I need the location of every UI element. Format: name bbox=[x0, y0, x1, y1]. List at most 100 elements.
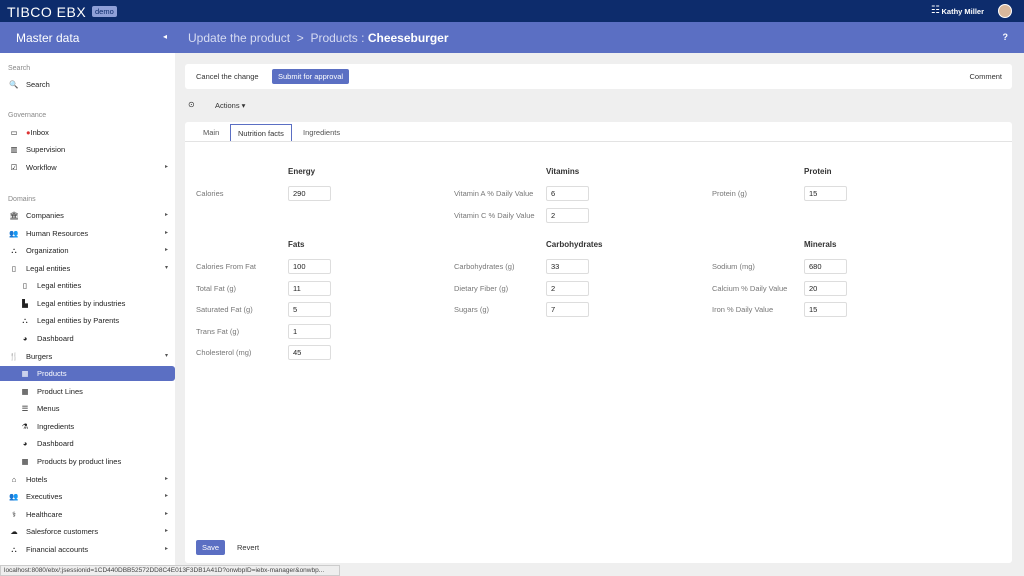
history-icon[interactable]: ⊙ bbox=[188, 100, 195, 109]
sidebar-item-icon: ⛬ bbox=[9, 542, 19, 557]
sidebar-item-label: Products bbox=[37, 369, 67, 378]
field-input[interactable]: 680 bbox=[804, 259, 847, 274]
sidebar-item-products[interactable]: ▦Products bbox=[0, 366, 175, 381]
sidebar: SearchGovernanceDomains🔍Search▭●Inbox▥Su… bbox=[0, 53, 175, 576]
sidebar-item-supervision[interactable]: ▥Supervision bbox=[0, 142, 175, 157]
sidebar-item-legal-entities-by-parents[interactable]: ⛬Legal entities by Parents bbox=[0, 313, 175, 328]
sidebar-item-dashboard[interactable]: ◕Dashboard bbox=[0, 436, 175, 451]
sidebar-item-icon: ☁ bbox=[9, 524, 19, 539]
task-list-icon[interactable]: ☷ bbox=[931, 5, 940, 16]
field-input[interactable]: 6 bbox=[546, 186, 589, 201]
sidebar-item-legal-entities[interactable]: ▯Legal entities bbox=[0, 278, 175, 293]
sidebar-item-financial-accounts[interactable]: ⛬ Financial accounts ▸ bbox=[0, 542, 175, 557]
sidebar-item-icon: 👥 bbox=[9, 226, 19, 241]
field-label: Total Fat (g) bbox=[196, 284, 236, 293]
sidebar-item-burgers[interactable]: 🍴Burgers▾ bbox=[0, 349, 175, 364]
sidebar-item-menus[interactable]: ☰Menus bbox=[0, 401, 175, 416]
sidebar-item-label: Salesforce customers bbox=[26, 527, 98, 536]
sidebar-item-label: Financial accounts bbox=[26, 545, 88, 554]
collapse-sidebar-icon[interactable]: ◂ bbox=[163, 32, 167, 41]
chevron-down-icon[interactable]: ▾ bbox=[165, 349, 168, 364]
tab-nutrition-facts[interactable]: Nutrition facts bbox=[230, 124, 292, 141]
chevron-right-icon[interactable]: ▸ bbox=[165, 243, 168, 258]
demo-badge: demo bbox=[92, 6, 117, 17]
sidebar-item-companies[interactable]: 🏛Companies▸ bbox=[0, 208, 175, 223]
chevron-right-icon[interactable]: ▸ bbox=[165, 472, 168, 487]
chevron-right-icon[interactable]: ▸ bbox=[165, 507, 168, 522]
group-header: Carbohydrates bbox=[546, 240, 602, 249]
field-label: Saturated Fat (g) bbox=[196, 305, 253, 314]
revert-button[interactable]: Revert bbox=[231, 540, 265, 555]
sidebar-item-workflow[interactable]: ☑Workflow▸ bbox=[0, 160, 175, 175]
field-input[interactable]: 1 bbox=[288, 324, 331, 339]
sidebar-item-icon: ⚕ bbox=[9, 507, 19, 522]
sidebar-item-label: Product Lines bbox=[37, 387, 83, 396]
sidebar-item-icon: ⚗ bbox=[20, 419, 30, 434]
field-label: Cholesterol (mg) bbox=[196, 348, 251, 357]
help-icon[interactable]: ? bbox=[1003, 32, 1009, 42]
sidebar-item-ingredients[interactable]: ⚗Ingredients bbox=[0, 419, 175, 434]
sidebar-item-products-by-product-lines[interactable]: ▦Products by product lines bbox=[0, 454, 175, 469]
sidebar-item-inbox[interactable]: ▭●Inbox bbox=[0, 125, 175, 140]
sidebar-item-icon: 🍴 bbox=[9, 349, 19, 364]
save-button[interactable]: Save bbox=[196, 540, 225, 555]
comment-button[interactable]: Comment bbox=[963, 69, 1008, 84]
sidebar-item-product-lines[interactable]: ▦Product Lines bbox=[0, 384, 175, 399]
sidebar-item-icon: 🏛 bbox=[9, 208, 19, 223]
sidebar-item-icon: ☰ bbox=[20, 401, 30, 416]
field-input[interactable]: 2 bbox=[546, 208, 589, 223]
breadcrumb: Update the product > Products : Cheesebu… bbox=[188, 31, 449, 45]
sidebar-item-label: Legal entities bbox=[26, 264, 70, 273]
sidebar-item-organization[interactable]: ⛬Organization▸ bbox=[0, 243, 175, 258]
field-input[interactable]: 20 bbox=[804, 281, 847, 296]
sidebar-item-icon: ◕ bbox=[20, 436, 30, 451]
chevron-down-icon[interactable]: ▾ bbox=[165, 261, 168, 276]
chevron-right-icon[interactable]: ▸ bbox=[165, 489, 168, 504]
tab-divider bbox=[185, 141, 1012, 142]
avatar[interactable] bbox=[998, 4, 1012, 18]
field-label: Calcium % Daily Value bbox=[712, 284, 787, 293]
chevron-right-icon[interactable]: ▸ bbox=[165, 524, 168, 539]
field-input[interactable]: 5 bbox=[288, 302, 331, 317]
tab-ingredients[interactable]: Ingredients bbox=[296, 124, 347, 141]
submit-for-approval-button[interactable]: Submit for approval bbox=[272, 69, 349, 84]
chevron-right-icon[interactable]: ▸ bbox=[165, 208, 168, 223]
actions-menu[interactable]: Actions ▾ bbox=[215, 101, 245, 110]
sidebar-item-legal-entities[interactable]: ▯Legal entities▾ bbox=[0, 261, 175, 276]
chevron-right-icon[interactable]: ▸ bbox=[165, 160, 168, 175]
field-input[interactable]: 33 bbox=[546, 259, 589, 274]
field-input[interactable]: 290 bbox=[288, 186, 331, 201]
sidebar-item-search[interactable]: 🔍Search bbox=[0, 77, 175, 92]
top-bar: TIBCO EBX demo ☷ Kathy Miller bbox=[0, 0, 1024, 22]
sidebar-item-healthcare[interactable]: ⚕ Healthcare ▸ bbox=[0, 507, 175, 522]
field-input[interactable]: 2 bbox=[546, 281, 589, 296]
sidebar-item-dashboard[interactable]: ◕Dashboard bbox=[0, 331, 175, 346]
field-input[interactable]: 100 bbox=[288, 259, 331, 274]
field-input[interactable]: 15 bbox=[804, 186, 847, 201]
sidebar-item-salesforce-customers[interactable]: ☁ Salesforce customers ▸ bbox=[0, 524, 175, 539]
user-name[interactable]: Kathy Miller bbox=[941, 7, 984, 16]
sidebar-item-label: Healthcare bbox=[26, 510, 62, 519]
chevron-right-icon[interactable]: ▸ bbox=[165, 542, 168, 557]
field-input[interactable]: 11 bbox=[288, 281, 331, 296]
field-label: Vitamin C % Daily Value bbox=[454, 211, 535, 220]
sidebar-item-icon: ☑ bbox=[9, 160, 19, 175]
sidebar-item-executives[interactable]: 👥Executives▸ bbox=[0, 489, 175, 504]
breadcrumb-products[interactable]: Products bbox=[310, 31, 357, 45]
field-label: Sugars (g) bbox=[454, 305, 489, 314]
sidebar-item-icon: ◕ bbox=[20, 331, 30, 346]
field-input[interactable]: 45 bbox=[288, 345, 331, 360]
sidebar-item-icon: ▦ bbox=[20, 454, 30, 469]
sidebar-item-hotels[interactable]: ⌂Hotels▸ bbox=[0, 472, 175, 487]
breadcrumb-update[interactable]: Update the product bbox=[188, 31, 290, 45]
cancel-change-button[interactable]: Cancel the change bbox=[190, 69, 265, 84]
sidebar-item-human-resources[interactable]: 👥Human Resources▸ bbox=[0, 226, 175, 241]
field-label: Protein (g) bbox=[712, 189, 747, 198]
field-input[interactable]: 15 bbox=[804, 302, 847, 317]
sidebar-item-legal-entities-by-industries[interactable]: ▙Legal entities by industries bbox=[0, 296, 175, 311]
tab-main[interactable]: Main bbox=[196, 124, 226, 141]
header-bar: Master data ◂ Update the product > Produ… bbox=[0, 22, 1024, 53]
chevron-right-icon[interactable]: ▸ bbox=[165, 226, 168, 241]
sidebar-item-icon: ⛬ bbox=[20, 313, 30, 328]
field-input[interactable]: 7 bbox=[546, 302, 589, 317]
